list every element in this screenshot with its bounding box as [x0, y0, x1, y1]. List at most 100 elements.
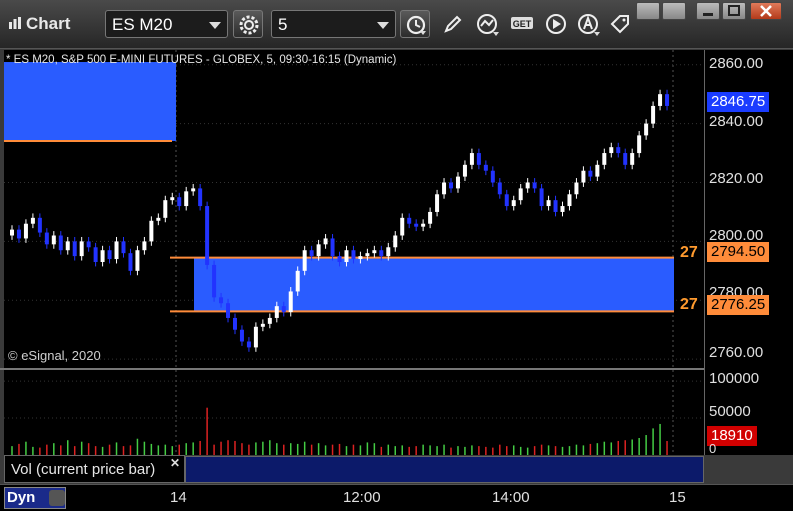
candle-body: [469, 153, 474, 165]
volume-chart-svg: [4, 370, 704, 455]
candle-body: [476, 153, 481, 165]
vol-tick-label: 50000: [709, 403, 751, 420]
chevron-down-icon: [209, 22, 221, 29]
indicator-button[interactable]: [472, 10, 502, 38]
x-tick-label: 14:00: [492, 489, 530, 506]
close-button[interactable]: [750, 2, 782, 20]
interval-combo[interactable]: 5: [271, 10, 396, 38]
candle-body: [323, 238, 328, 245]
x-tick-label: 15: [669, 489, 686, 506]
candle-body: [386, 247, 391, 257]
candle-body: [135, 250, 140, 271]
candle-body: [170, 197, 175, 201]
candle-body: [288, 291, 293, 313]
time-axis[interactable]: Dyn 14 12:00 14:00 15: [0, 484, 793, 511]
candle-body: [232, 317, 237, 330]
candle-body: [351, 250, 356, 260]
candle-body: [651, 105, 656, 124]
tag-button[interactable]: [605, 10, 635, 38]
x-tick-label: 12:00: [343, 489, 381, 506]
candle-body: [44, 232, 49, 245]
restore-button[interactable]: [636, 2, 660, 20]
last-price-badge: 2846.75: [707, 92, 770, 112]
candle-body: [490, 170, 495, 183]
volume-study-label[interactable]: Vol (current price bar): [4, 455, 185, 483]
candle-body: [337, 256, 342, 262]
lock-icon: [49, 490, 65, 506]
level-zone: [194, 257, 674, 312]
get-icon: GET: [511, 17, 533, 29]
app-title-label: Chart: [26, 14, 71, 33]
candle-body: [142, 241, 147, 251]
link-button[interactable]: [662, 2, 686, 20]
candle-body: [267, 317, 272, 324]
candle-body: [623, 153, 628, 165]
candle-body: [239, 329, 244, 342]
symbol-combo[interactable]: ES M20: [105, 10, 228, 38]
candle-body: [379, 250, 384, 257]
draw-button[interactable]: [438, 10, 468, 38]
candle-body: [246, 341, 251, 348]
candle-body: [156, 217, 161, 221]
candle-body: [51, 235, 56, 245]
candle-body: [602, 153, 607, 165]
get-button[interactable]: GET: [506, 10, 536, 38]
candle-body: [37, 217, 42, 233]
candle-body: [295, 270, 300, 292]
candle-body: [212, 264, 217, 298]
candle-body: [455, 176, 460, 189]
candle-body: [184, 191, 189, 207]
play-button[interactable]: [541, 10, 571, 38]
alert-button[interactable]: [573, 10, 603, 38]
candle-body: [588, 170, 593, 177]
y-tick-label: 2840.00: [709, 113, 764, 130]
price-axis[interactable]: 2860.00 2840.00 2820.00 2800.00 2780.00 …: [704, 50, 793, 456]
minimize-button[interactable]: [696, 2, 720, 20]
candle-body: [462, 164, 467, 177]
candle-body: [177, 197, 182, 207]
volume-chart[interactable]: [4, 370, 704, 455]
candle-body: [407, 217, 412, 224]
candle-body: [546, 200, 551, 207]
candle-body: [330, 238, 335, 257]
candle-body: [205, 206, 210, 265]
time-button[interactable]: [400, 10, 430, 38]
maximize-button[interactable]: [722, 2, 746, 20]
chevron-down-icon: [493, 32, 499, 36]
candle-body: [400, 217, 405, 236]
level-price-badge-lower: 2776.25: [707, 295, 770, 315]
level-label-upper: 27: [680, 244, 698, 261]
candle-body: [163, 200, 168, 218]
dynamic-mode-button[interactable]: Dyn: [4, 487, 66, 509]
candle-body: [560, 206, 565, 212]
chart-app-icon: [9, 17, 21, 29]
candle-body: [630, 153, 635, 165]
candle-body: [372, 250, 377, 254]
candle-body: [644, 123, 649, 136]
settings-button[interactable]: [233, 10, 263, 38]
candle-body: [23, 223, 28, 239]
price-chart[interactable]: * ES M20, S&P 500 E-MINI FUTURES - GLOBE…: [4, 50, 704, 368]
candle-body: [497, 182, 502, 195]
close-study-icon[interactable]: ✕: [170, 456, 180, 470]
candle-body: [316, 244, 321, 257]
candle-body: [518, 188, 523, 201]
chart-window: Chart ES M20 5 GET * ES M20, S&P 500 E-M…: [0, 0, 793, 511]
app-title: Chart: [8, 14, 70, 34]
toolbar: Chart ES M20 5 GET: [0, 0, 793, 49]
candle-body: [574, 182, 579, 195]
candle-body: [344, 250, 349, 262]
candle-body: [302, 250, 307, 271]
candle-body: [79, 241, 84, 257]
candle-body: [10, 229, 14, 236]
candle-body: [421, 223, 426, 227]
candle-body: [128, 253, 133, 271]
interval-value: 5: [278, 15, 288, 34]
candle-body: [532, 182, 537, 189]
play-icon: [546, 14, 566, 34]
candle-body: [121, 241, 126, 254]
y-tick-label: 2760.00: [709, 344, 764, 361]
candle-body: [358, 256, 363, 260]
candle-body: [393, 235, 398, 248]
candle-body: [428, 211, 433, 224]
